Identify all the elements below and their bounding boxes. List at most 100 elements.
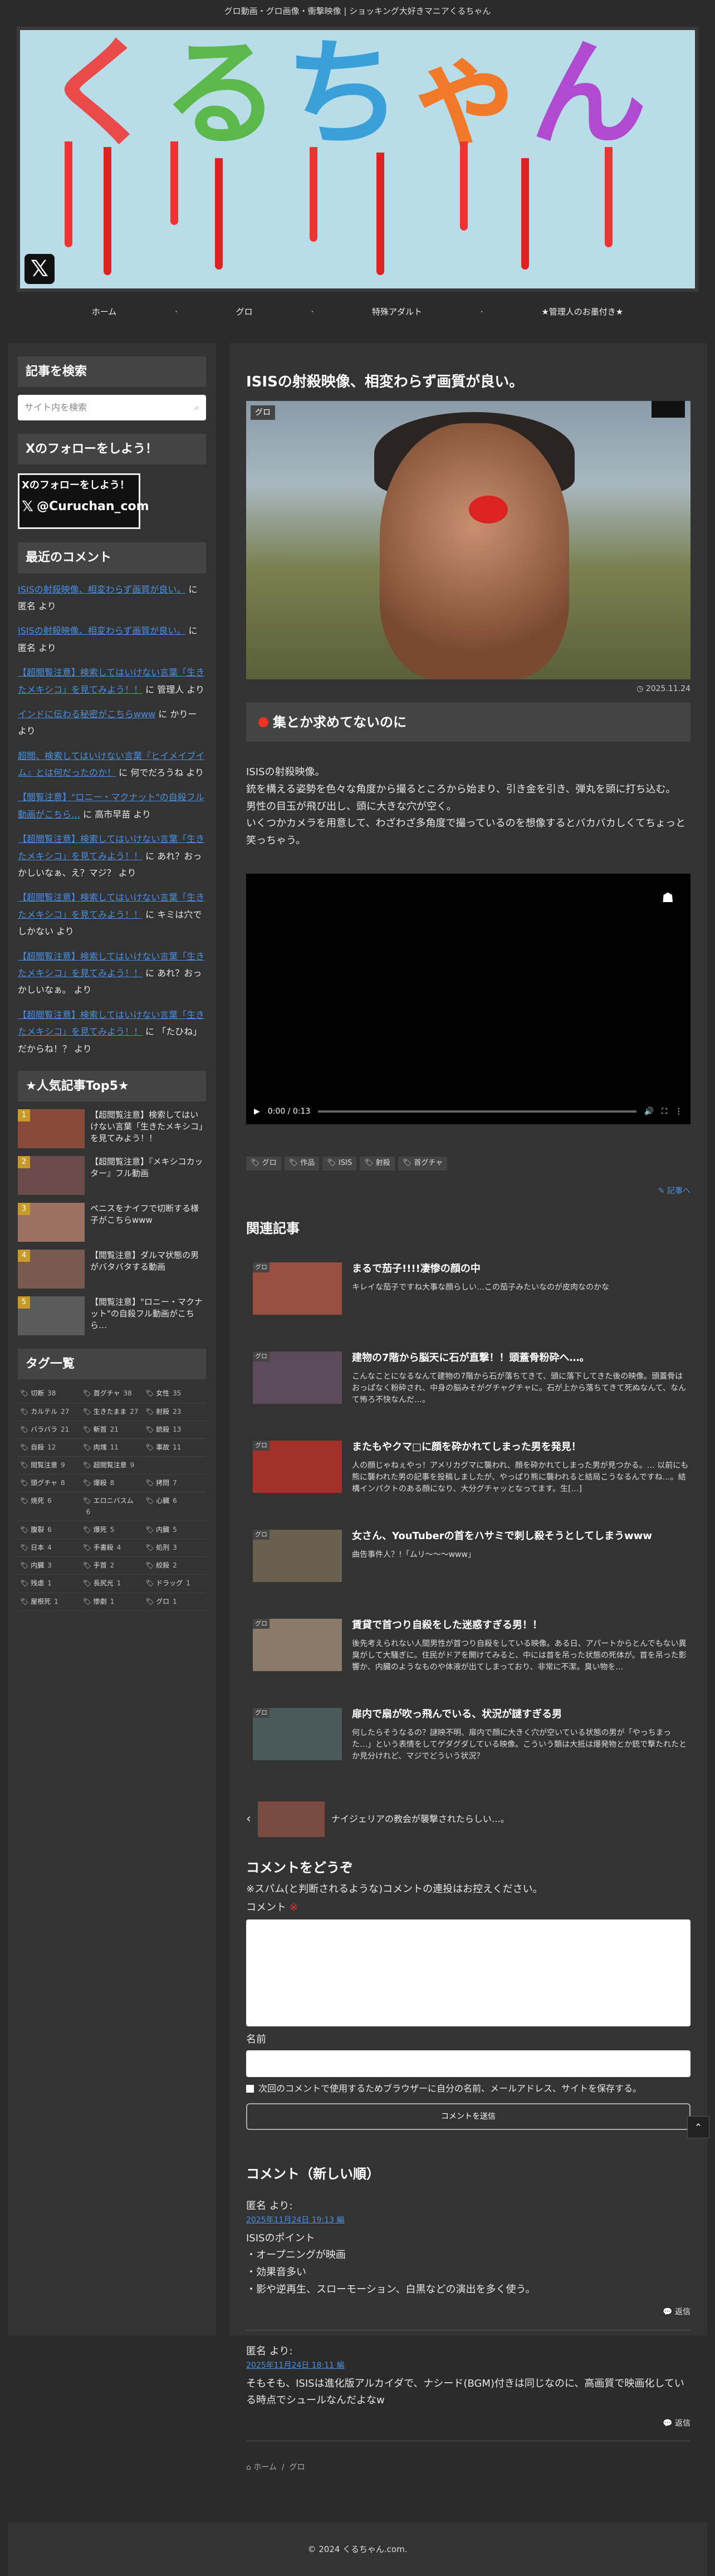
tag-item[interactable]: 🏷 銃殺 13 <box>143 1421 206 1439</box>
recent-comment-link[interactable]: ISISの射殺映像、相変わらず画質が良い。 <box>18 584 185 595</box>
search-input[interactable]: サイト内を検索 ⌕ <box>18 395 206 421</box>
tag-item[interactable]: 🏷 腹裂 6 <box>18 1521 81 1539</box>
tag-item[interactable]: 🏷 焼死 6 <box>18 1492 81 1521</box>
tag-name: 爆殺 <box>93 1479 107 1487</box>
tag-item[interactable]: 🏷 絞殺 2 <box>143 1557 206 1575</box>
follow-x-banner[interactable]: Xのフォローをしよう！ 𝕏 @Curuchan_com <box>18 473 149 530</box>
name-field[interactable] <box>246 2050 690 2077</box>
tag-item[interactable]: 🏷 ドラッグ 1 <box>143 1575 206 1593</box>
post-tag[interactable]: 🏷 作品 <box>284 1157 320 1171</box>
tag-item[interactable]: 🏷 拷問 7 <box>143 1475 206 1493</box>
popular-post-item[interactable]: 3 ペニスをナイフで切断する様子がこちらwww <box>18 1203 206 1242</box>
recent-comment-item: 【閲覧注意】"ロニー・マクナット"の自殺フル動画がこちら… に 高市早苗 より <box>18 789 206 823</box>
x-logo-icon[interactable]: 𝕏 <box>25 254 55 284</box>
follow-widget-title: Xのフォローをしよう！ <box>18 434 206 465</box>
volume-icon[interactable]: 🔊 <box>644 1105 654 1118</box>
related-post-thumbnail: グロ <box>253 1529 342 1582</box>
video-player[interactable]: ☗ ▶ 0:00 / 0:13 🔊 ⛶ ⋮ <box>246 874 690 1125</box>
tag-item[interactable]: 🏷 手書殺 4 <box>80 1539 144 1558</box>
tag-item[interactable]: 🏷 内臓 3 <box>18 1557 81 1575</box>
tag-item[interactable]: 🏷 超閲覧注意 9 <box>80 1457 144 1475</box>
nav-item-home[interactable]: ホーム <box>92 307 117 317</box>
related-post-item[interactable]: グロ まるで茄子!!!!凄惨の顔の中 キレイな茄子ですね大事な顔らしい…この茄子みた… <box>246 1253 690 1328</box>
related-category-badge: グロ <box>253 1529 270 1540</box>
related-post-item[interactable]: グロ 女さん、YouTuberの首をハサミで刺し殺そうとしてしまうwww 曲告事件人… <box>246 1521 690 1595</box>
related-post-thumbnail: グロ <box>253 1351 342 1404</box>
popular-post-item[interactable]: 4 【閲覧注意】ダルマ状態の男がバタバタする動画 <box>18 1250 206 1289</box>
tag-item[interactable]: 🏷 エロニバスム6 <box>80 1492 144 1521</box>
tag-item[interactable]: 🏷 事故 11 <box>143 1439 206 1457</box>
reply-button[interactable]: 💬 返信 <box>246 2417 690 2430</box>
play-icon[interactable]: ▶ <box>254 1105 260 1118</box>
site-tagline: グロ動画・グロ画像・衝撃映像 | ショッキング大好きマニアくるちゃん <box>224 6 491 16</box>
post-tag[interactable]: 🏷 首グチャ <box>398 1157 448 1171</box>
remember-checkbox[interactable]: 次回のコメントで使用するためブラウザーに自分の名前、メールアドレス、サイトを保存… <box>246 2082 690 2096</box>
nav-item-guro[interactable]: グロ <box>236 307 253 317</box>
fullscreen-icon[interactable]: ⛶ <box>662 1105 667 1118</box>
tag-item[interactable]: 🏷 残虐 1 <box>18 1575 81 1593</box>
nav-item-special-adult[interactable]: 特殊アダルト <box>372 307 422 317</box>
comment-date[interactable]: 2025年11月24日 19:13 編 <box>246 2214 690 2226</box>
comment-textarea[interactable] <box>246 1919 690 2026</box>
tag-item[interactable]: 🏷 内臓 5 <box>143 1521 206 1539</box>
popular-post-item[interactable]: 5 【閲覧注意】"ロニー・マクナット"の自殺フル動画がこちら… <box>18 1296 206 1336</box>
post-tag[interactable]: 🏷 射殺 <box>360 1157 395 1171</box>
breadcrumb-home[interactable]: ホーム <box>253 2463 277 2472</box>
post-tag[interactable]: 🏷 ISIS <box>322 1157 357 1171</box>
tag-item[interactable]: 🏷 バラバラ 21 <box>18 1421 81 1439</box>
prev-post-link[interactable]: ‹ ナイジェリアの教会が襲撃されたらしい…。 <box>246 1801 690 1837</box>
tag-item[interactable]: 🏷 女性 35 <box>143 1385 206 1403</box>
popular-post-item[interactable]: 1 【超閲覧注意】検索してはいけない言葉「生きたメキシコ」を見てみよう！！ <box>18 1109 206 1149</box>
nav-item-recommended[interactable]: ★管理人のお墨付き★ <box>541 307 623 317</box>
header-logo-banner[interactable]: くるちゃん 𝕏 <box>17 27 698 292</box>
tag-item[interactable]: 🏷 爆殺 8 <box>80 1475 144 1493</box>
category-badge[interactable]: グロ <box>251 405 275 420</box>
tag-item[interactable]: 🏷 閲覧注意 9 <box>18 1457 81 1475</box>
breadcrumb-category[interactable]: グロ <box>289 2463 305 2472</box>
tag-item[interactable]: 🏷 切断 38 <box>18 1385 81 1403</box>
comment-line: ・効果音多い <box>246 2266 306 2279</box>
submit-comment-button[interactable]: コメントを送信 <box>246 2103 690 2131</box>
tag-item[interactable]: 🏷 心臓 6 <box>143 1492 206 1521</box>
more-options-icon[interactable]: ⋮ <box>675 1105 683 1118</box>
tag-item[interactable]: 🏷 斬首 21 <box>80 1421 144 1439</box>
flag-image <box>652 400 685 418</box>
tag-item[interactable]: 🏷 自殺 12 <box>18 1439 81 1457</box>
tag-name: ドラッグ <box>156 1579 183 1588</box>
popular-post-item[interactable]: 2 【超閲覧注意】『メキシコカッター』フル動画 <box>18 1156 206 1196</box>
tag-item[interactable]: 🏷 カルテル 27 <box>18 1403 81 1421</box>
tag-item[interactable]: 🏷 惨劇 1 <box>80 1593 144 1611</box>
tag-item[interactable]: 🏷 首グチャ 38 <box>80 1385 144 1403</box>
popular-post-title: 【閲覧注意】"ロニー・マクナット"の自殺フル動画がこちら… <box>90 1297 203 1331</box>
tag-name: 頭グチャ <box>31 1479 57 1487</box>
global-nav: ホーム · グロ · 特殊アダルト · ★管理人のお墨付き★ <box>0 295 715 329</box>
tag-item[interactable]: 🏷 生きたまま 27 <box>80 1403 144 1421</box>
tag-item[interactable]: 🏷 射殺 23 <box>143 1403 206 1421</box>
tag-item[interactable]: 🏷 手首 2 <box>80 1557 144 1575</box>
video-progress-bar[interactable] <box>318 1110 636 1113</box>
tag-item[interactable]: 🏷 日本 4 <box>18 1539 81 1558</box>
rank-badge: 4 <box>18 1250 30 1262</box>
related-post-item[interactable]: グロ 扉内で扇が吹っ飛んでいる、状況が謎すぎる男 何したらそうなるの？謎映不明、扉内… <box>246 1699 690 1774</box>
scroll-to-top-button[interactable]: ⌃ <box>687 2116 709 2138</box>
post-tag[interactable]: 🏷 グロ <box>246 1157 281 1171</box>
tag-item[interactable]: 🏷 頭グチャ 8 <box>18 1475 81 1493</box>
tag-item[interactable]: 🏷 肉塊 11 <box>80 1439 144 1457</box>
reply-button[interactable]: 💬 返信 <box>246 2306 690 2318</box>
tag-item[interactable]: 🏷 処刑 3 <box>143 1539 206 1558</box>
search-icon[interactable]: ⌕ <box>194 395 199 420</box>
related-post-item[interactable]: グロ 賃貸で首つり自殺をした迷惑すぎる男！！ 後先考えられない人間男性が首つり自殺を… <box>246 1610 690 1684</box>
tag-count: 1 <box>186 1579 190 1588</box>
recent-comment-link[interactable]: ISISの射殺映像、相変わらず画質が良い。 <box>18 625 185 636</box>
tag-item[interactable]: 🏷 屋根死 1 <box>18 1593 81 1611</box>
tag-item[interactable]: 🏷 グロ 1 <box>143 1593 206 1611</box>
related-post-item[interactable]: グロ 建物の7階から脳天に石が直撃！！頭蓋骨粉砕へ…。 こんなことになるなんて建物の… <box>246 1343 690 1417</box>
share-link[interactable]: ✎ 記事へ <box>246 1185 690 1197</box>
rank-badge: 2 <box>18 1156 30 1169</box>
tag-item[interactable]: 🏷 長尻光 1 <box>80 1575 144 1593</box>
tag-item[interactable]: 🏷 爆死 5 <box>80 1521 144 1539</box>
related-post-thumbnail: グロ <box>253 1440 342 1493</box>
related-post-item[interactable]: グロ またもやクマ□に顔を砕かれてしまった男を発見！ 人の顔じゃねぇやっ！アメリカグ… <box>246 1432 690 1506</box>
comment-date[interactable]: 2025年11月24日 18:11 編 <box>246 2359 690 2372</box>
recent-comment-link[interactable]: インドに伝わる秘密がこちらwww <box>18 709 155 719</box>
